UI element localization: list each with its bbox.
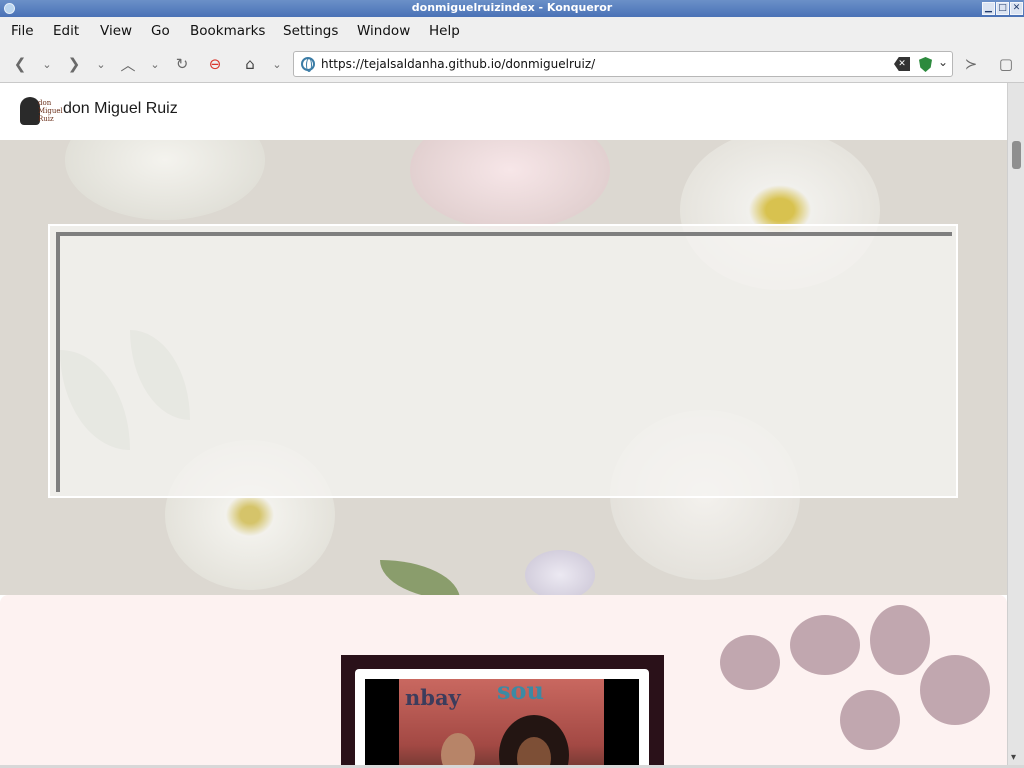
new-tab-icon[interactable]: ▢ (995, 53, 1017, 75)
featured-photo[interactable]: nbay sou (365, 679, 639, 765)
forward-icon[interactable]: ❯ (63, 53, 85, 75)
stop-icon[interactable]: ⊖ (204, 53, 226, 75)
forward-history-chevron-icon[interactable]: ⌄ (95, 53, 107, 75)
person-image (499, 715, 569, 765)
url-text[interactable]: https://tejalsaldanha.github.io/donmigue… (321, 57, 595, 71)
menu-settings[interactable]: Settings (283, 23, 338, 39)
rose-image (410, 140, 610, 230)
menu-edit[interactable]: Edit (53, 23, 79, 39)
site-title[interactable]: don Miguel Ruiz (63, 100, 178, 118)
menu-help[interactable]: Help (429, 23, 460, 39)
leaf-image (380, 560, 460, 595)
menubar: File Edit View Go Bookmarks Settings Win… (0, 17, 1024, 45)
scroll-down-arrow-icon[interactable]: ▾ (1011, 752, 1016, 763)
rose-image (65, 140, 265, 220)
eucalyptus-image (870, 605, 930, 675)
globe-icon (301, 57, 315, 72)
url-bar[interactable]: https://tejalsaldanha.github.io/donmigue… (293, 51, 953, 77)
menu-window[interactable]: Window (357, 23, 410, 39)
minimize-icon[interactable]: ▁ (982, 2, 995, 15)
navigation-toolbar: ❮ ⌄ ❯ ⌄ ︿ ⌄ ↻ ⊖ ⌂ ⌄ https://tejalsaldanh… (0, 45, 1024, 83)
maximize-icon[interactable]: □ (996, 2, 1009, 15)
scrollbar-thumb[interactable] (1012, 141, 1021, 169)
silhouette-icon (20, 97, 40, 125)
reload-icon[interactable]: ↻ (171, 53, 193, 75)
magazine-word-2: sou (497, 679, 544, 705)
eucalyptus-image (790, 615, 860, 675)
logo-text-line-3: Ruiz (38, 115, 54, 123)
close-icon[interactable]: ✕ (1010, 2, 1023, 15)
photo-mat: nbay sou (355, 669, 649, 765)
back-icon[interactable]: ❮ (9, 53, 31, 75)
eucalyptus-image (840, 690, 900, 750)
go-terminal-icon[interactable]: ≻ (960, 53, 982, 75)
window-titlebar: donmiguelruizindex - Konqueror ▁ □ ✕ (0, 0, 1024, 17)
site-header: don Miguel Ruiz don Miguel Ruiz (0, 83, 1007, 140)
up-chevron-icon[interactable]: ⌄ (149, 53, 161, 75)
featured-photo-frame: nbay sou (341, 655, 664, 765)
home-icon[interactable]: ⌂ (239, 53, 261, 75)
up-icon[interactable]: ︿ (117, 53, 139, 75)
vertical-scrollbar[interactable]: ▾ (1007, 83, 1024, 765)
eucalyptus-image (720, 635, 780, 690)
site-logo[interactable]: don Miguel Ruiz (18, 95, 63, 127)
magazine-cover-image: nbay sou (399, 679, 604, 765)
menu-view[interactable]: View (100, 23, 132, 39)
logo-text-line-2: Miguel (38, 107, 63, 115)
back-history-chevron-icon[interactable]: ⌄ (41, 53, 53, 75)
clear-url-icon[interactable]: ✕ (894, 57, 910, 71)
intro-section: nbay sou (0, 595, 1007, 765)
web-page-viewport: don Miguel Ruiz don Miguel Ruiz nbay sou… (0, 83, 1024, 765)
url-history-chevron-icon[interactable]: ⌄ (938, 55, 948, 69)
hero-frame-inner (56, 232, 952, 492)
hero-floral-banner (0, 140, 1007, 595)
logo-text: don Miguel Ruiz (38, 99, 63, 123)
menu-go[interactable]: Go (151, 23, 170, 39)
person-image (441, 733, 475, 765)
eucalyptus-image (920, 655, 990, 725)
home-chevron-icon[interactable]: ⌄ (271, 53, 283, 75)
security-shield-icon[interactable] (919, 57, 932, 72)
rose-image (525, 550, 595, 595)
window-title: donmiguelruizindex - Konqueror (411, 1, 613, 14)
magazine-word-1: nbay (405, 685, 461, 710)
menu-file[interactable]: File (11, 23, 34, 39)
menu-bookmarks[interactable]: Bookmarks (190, 23, 265, 39)
logo-text-line-1: don (38, 99, 52, 107)
hero-frame (48, 224, 958, 498)
